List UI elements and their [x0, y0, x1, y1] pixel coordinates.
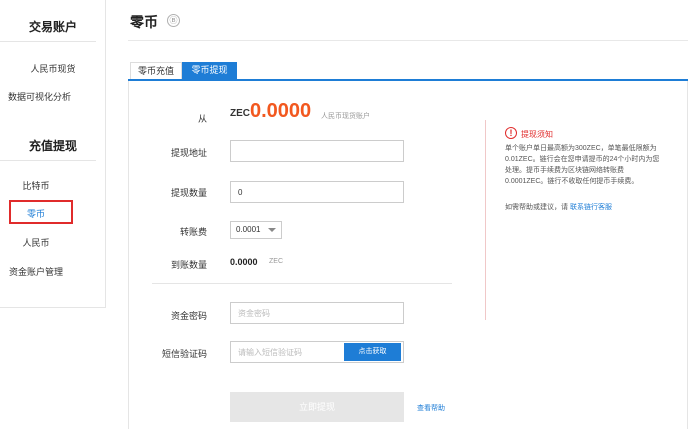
sidebar-divider [0, 41, 96, 42]
from-label: 从 [197, 114, 207, 124]
get-sms-code-button[interactable]: 点击获取 [344, 343, 401, 361]
sidebar-item-cny-spot[interactable]: 人民币现货 [0, 62, 106, 75]
sms-code-label: 短信验证码 [161, 349, 207, 359]
sidebar-section-trading-accounts: 交易账户 [28, 20, 77, 34]
received-amount: 0.0000 [230, 257, 258, 267]
sidebar-divider [0, 160, 96, 161]
sidebar: 交易账户 人民币现货 数据可视化分析 充值提现 比特币 零币 人民币 资金账户管… [0, 0, 106, 308]
contact-support-link[interactable]: 联系链行客服 [570, 204, 612, 211]
fee-label: 转账费 [179, 227, 207, 237]
from-account-name: 人民币现货账户 [321, 113, 370, 120]
sidebar-item-data-analysis[interactable]: 数据可视化分析 [0, 90, 106, 103]
from-currency-unit: ZEC [230, 108, 250, 119]
fund-password-input[interactable] [230, 302, 404, 324]
view-help-link[interactable]: 查看帮助 [417, 403, 445, 413]
received-label: 到账数量 [170, 260, 207, 270]
quantity-label: 提现数量 [170, 188, 207, 198]
sidebar-item-cny[interactable]: 人民币 [0, 236, 72, 249]
withdraw-now-button[interactable]: 立即提现 [230, 392, 404, 422]
available-balance: 0.0000 [250, 100, 312, 122]
notice-help: 如需帮助或建议，请 联系链行客服 [505, 202, 612, 212]
sidebar-item-fund-account[interactable]: 资金账户管理 [0, 265, 72, 278]
received-unit: ZEC [269, 258, 283, 265]
withdraw-address-input[interactable] [230, 140, 404, 162]
withdraw-quantity-input[interactable] [230, 181, 404, 203]
notice-help-prefix: 如需帮助或建议，请 [505, 204, 568, 211]
page-title: 零币 [130, 14, 158, 30]
fee-select[interactable]: 0.0001 [230, 221, 282, 239]
sidebar-section-deposit-withdraw: 充值提现 [28, 139, 77, 153]
header-divider [128, 40, 688, 41]
notice-divider [485, 120, 486, 320]
sidebar-item-bitcoin[interactable]: 比特币 [0, 179, 72, 192]
fee-selected-value: 0.0001 [236, 225, 261, 234]
tab-zec-withdraw[interactable]: 零币提现 [182, 62, 237, 80]
notice-title: 提现须知 [521, 130, 553, 139]
alert-circle-icon: ! [505, 127, 517, 139]
withdraw-panel [128, 81, 688, 429]
fund-password-label: 资金密码 [170, 311, 207, 321]
active-item-highlight [9, 200, 73, 224]
notice-body: 单个账户单日最高额为300ZEC，单笔最低限额为0.01ZEC。链行会在您申请提… [505, 145, 660, 185]
chevron-down-icon [268, 228, 276, 232]
form-divider [152, 283, 452, 284]
bitcoin-coin-icon: Ⓑ [167, 14, 180, 27]
address-label: 提现地址 [170, 148, 207, 158]
tab-zec-deposit[interactable]: 零币充值 [130, 62, 182, 80]
